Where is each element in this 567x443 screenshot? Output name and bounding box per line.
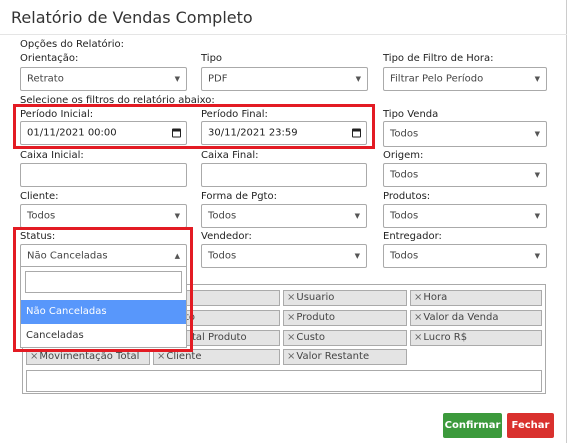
produtos-select[interactable]: Todos ▼ [383, 204, 547, 228]
chevron-down-icon: ▼ [174, 212, 180, 220]
orientacao-select[interactable]: Retrato ▼ [20, 67, 187, 91]
options-header: Opções do Relatório: [20, 39, 124, 50]
chevron-down-icon: ▼ [534, 252, 540, 260]
remove-tag-icon[interactable]: × [157, 351, 165, 362]
chevron-down-icon: ▼ [354, 212, 360, 220]
chevron-down-icon: ▼ [534, 171, 540, 179]
remove-tag-icon[interactable]: × [287, 332, 295, 343]
chevron-down-icon: ▼ [174, 75, 180, 83]
status-highlight-box [13, 227, 193, 352]
caixa-inicial-input[interactable] [20, 163, 187, 187]
tag-label: Custo [296, 332, 325, 343]
tipo-select[interactable]: PDF ▼ [201, 67, 368, 91]
cliente-value: Todos [27, 210, 56, 222]
remove-tag-icon[interactable]: × [414, 332, 422, 343]
caixa-final-label: Caixa Final: [201, 150, 259, 161]
confirm-button[interactable]: Confirmar [443, 413, 502, 438]
tag-label: Lucro R$ [423, 332, 468, 343]
produtos-label: Produtos: [383, 191, 431, 202]
remove-tag-icon[interactable]: × [287, 292, 295, 303]
close-button[interactable]: Fechar [507, 413, 554, 438]
forma-pgto-select[interactable]: Todos ▼ [201, 204, 367, 228]
column-tag[interactable]: ×Usuario [283, 290, 407, 306]
column-tag[interactable]: ×Produto [283, 310, 407, 326]
tag-label: Produto [296, 312, 335, 323]
remove-tag-icon[interactable]: × [414, 312, 422, 323]
orientacao-label: Orientação: [20, 53, 79, 64]
remove-tag-icon[interactable]: × [30, 351, 38, 362]
tag-label: tal Produto [192, 332, 247, 343]
caixa-inicial-label: Caixa Inicial: [20, 150, 84, 161]
tag-label: Valor da Venda [423, 312, 499, 323]
column-tag[interactable]: ×Valor da Venda [410, 310, 542, 326]
tipo-venda-value: Todos [390, 128, 419, 140]
column-tag[interactable]: ×Lucro R$ [410, 330, 542, 346]
column-tag[interactable]: ×Custo [283, 330, 407, 346]
entregador-select[interactable]: Todos ▼ [383, 244, 547, 268]
tipo-label: Tipo [201, 53, 223, 64]
cliente-select[interactable]: Todos ▼ [20, 204, 187, 228]
cliente-label: Cliente: [20, 191, 59, 202]
tipo-filtro-hora-label: Tipo de Filtro de Hora: [383, 53, 494, 64]
vendedor-select[interactable]: Todos ▼ [201, 244, 367, 268]
tag-label: Hora [423, 292, 448, 303]
periodo-highlight-box [13, 104, 375, 149]
origem-select[interactable]: Todos ▼ [383, 163, 547, 187]
tipo-filtro-hora-value: Filtrar Pelo Período [390, 73, 484, 85]
tipo-venda-label: Tipo Venda [383, 109, 439, 120]
forma-pgto-value: Todos [208, 210, 237, 222]
tag-label: Valor Restante [296, 351, 370, 362]
produtos-value: Todos [390, 210, 419, 222]
remove-tag-icon[interactable]: × [414, 292, 422, 303]
report-modal: Relatório de Vendas Completo Opções do R… [0, 0, 567, 443]
tipo-venda-select[interactable]: Todos ▼ [383, 121, 547, 147]
column-tag[interactable]: ×Hora [410, 290, 542, 306]
tipo-value: PDF [208, 73, 228, 85]
column-tag[interactable]: ×Valor Restante [283, 349, 407, 365]
caixa-final-input[interactable] [201, 163, 367, 187]
tipo-filtro-hora-select[interactable]: Filtrar Pelo Período ▼ [383, 67, 547, 91]
tag-label: Cliente [166, 351, 202, 362]
origem-label: Origem: [383, 150, 424, 161]
chevron-down-icon: ▼ [534, 75, 540, 83]
tag-label: Movimentação Total [39, 351, 140, 362]
chevron-down-icon: ▼ [355, 75, 361, 83]
modal-title: Relatório de Vendas Completo [11, 8, 253, 27]
origem-value: Todos [390, 169, 419, 181]
vendedor-label: Vendedor: [201, 231, 252, 242]
forma-pgto-label: Forma de Pgto: [201, 191, 277, 202]
chevron-down-icon: ▼ [534, 212, 540, 220]
title-divider [0, 34, 567, 35]
chevron-down-icon: ▼ [354, 252, 360, 260]
chevron-down-icon: ▼ [534, 130, 540, 138]
entregador-label: Entregador: [383, 231, 442, 242]
orientacao-value: Retrato [27, 73, 64, 85]
vendedor-value: Todos [208, 250, 237, 262]
columns-search-input[interactable] [26, 370, 542, 392]
remove-tag-icon[interactable]: × [287, 351, 295, 362]
remove-tag-icon[interactable]: × [287, 312, 295, 323]
tag-label: Usuario [296, 292, 335, 303]
entregador-value: Todos [390, 250, 419, 262]
